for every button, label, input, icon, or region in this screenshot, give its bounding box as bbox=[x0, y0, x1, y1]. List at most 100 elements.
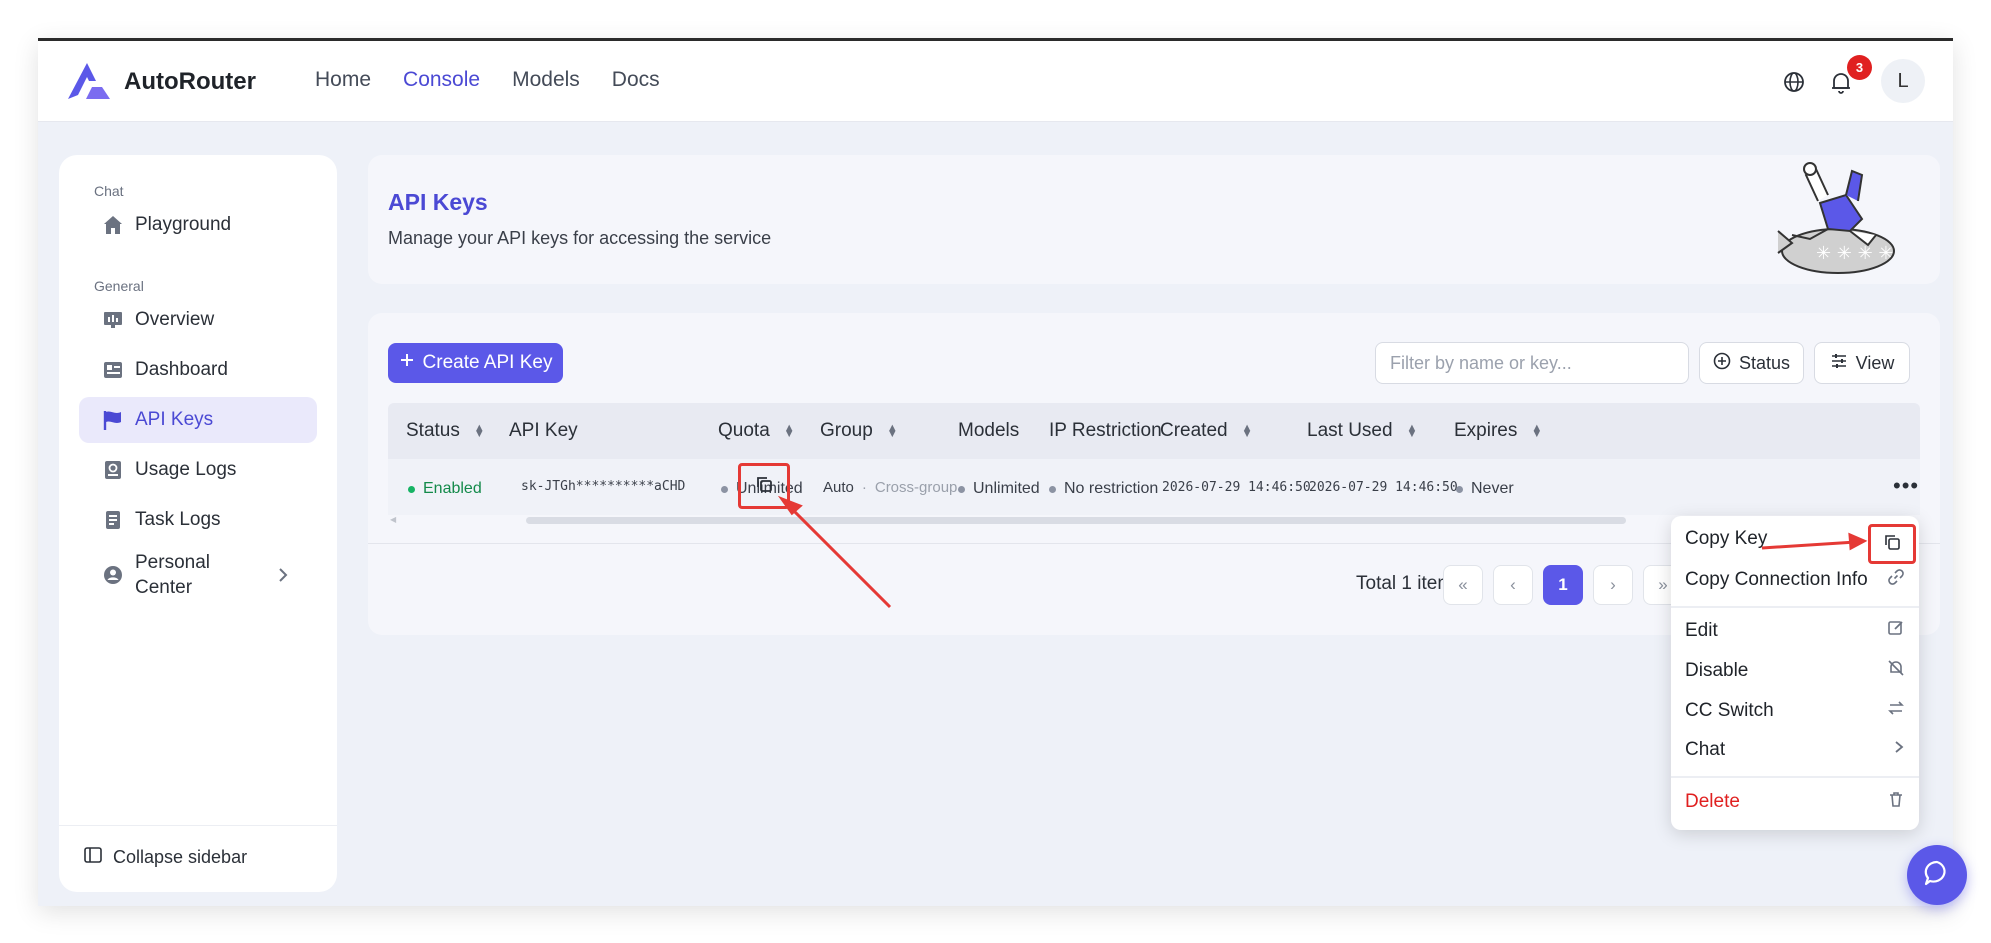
nav-docs[interactable]: Docs bbox=[612, 68, 660, 92]
trash-icon bbox=[1887, 790, 1905, 814]
chevron-right-icon bbox=[1893, 739, 1905, 761]
sidebar-panel-icon bbox=[83, 845, 103, 870]
more-actions-button[interactable]: ••• bbox=[1893, 473, 1919, 499]
models-cell: Unlimited bbox=[958, 480, 1040, 498]
link-icon bbox=[1887, 568, 1905, 592]
sidebar-item-task-logs[interactable]: Task Logs bbox=[79, 497, 317, 543]
table-header: Status ▲ ▼ API Key Quota ▲ ▼ Group ▲ ▼ Models … bbox=[388, 403, 1920, 459]
prev-page-button[interactable]: ‹ bbox=[1493, 565, 1533, 605]
table-row[interactable]: Enabled sk-JTGh**********aCHD Unlimited … bbox=[388, 459, 1920, 515]
last-used-cell: 2026-07-29 14:46:50 bbox=[1309, 480, 1458, 495]
column-created[interactable]: Created ▲ ▼ bbox=[1160, 420, 1253, 442]
avatar[interactable]: L bbox=[1881, 59, 1925, 103]
menu-delete[interactable]: Delete bbox=[1685, 790, 1905, 814]
column-expires[interactable]: Expires ▲ ▼ bbox=[1454, 420, 1542, 442]
sort-icon[interactable]: ▲ ▼ bbox=[887, 423, 898, 440]
api-key-cell: sk-JTGh**********aCHD bbox=[521, 479, 686, 494]
brand-name[interactable]: AutoRouter bbox=[124, 68, 256, 96]
nav-models[interactable]: Models bbox=[512, 68, 580, 92]
sidebar-item-label: Task Logs bbox=[135, 509, 221, 530]
menu-chat[interactable]: Chat bbox=[1685, 739, 1905, 761]
sidebar-item-personal-center[interactable]: Personal Center bbox=[79, 547, 317, 603]
sidebar-item-overview[interactable]: Overview bbox=[79, 297, 317, 343]
copy-icon bbox=[1883, 533, 1901, 556]
notification-badge: 3 bbox=[1847, 55, 1872, 80]
menu-cc-switch[interactable]: CC Switch bbox=[1685, 699, 1905, 723]
sidebar-divider bbox=[59, 825, 337, 826]
column-quota[interactable]: Quota ▲ ▼ bbox=[718, 420, 795, 442]
flag-icon bbox=[101, 408, 125, 432]
column-last-used[interactable]: Last Used ▲ ▼ bbox=[1307, 420, 1417, 442]
monitor-chart-icon bbox=[101, 308, 125, 332]
chat-fab-button[interactable] bbox=[1907, 845, 1967, 905]
sidebar-item-label: Usage Logs bbox=[135, 459, 237, 480]
sidebar-item-label: Personal Center bbox=[135, 552, 210, 598]
collapse-label: Collapse sidebar bbox=[113, 847, 248, 867]
sidebar-item-usage-logs[interactable]: Usage Logs bbox=[79, 447, 317, 493]
column-models: Models bbox=[958, 420, 1020, 441]
view-label: View bbox=[1855, 352, 1895, 373]
chevron-right-icon bbox=[279, 568, 288, 582]
sidebar-item-label: Overview bbox=[135, 309, 215, 330]
page-1-button[interactable]: 1 bbox=[1543, 565, 1583, 605]
sort-icon[interactable]: ▲ ▼ bbox=[784, 423, 795, 440]
key-illustration-icon: ✳ ✳ ✳ ✳ bbox=[1777, 162, 1895, 274]
menu-divider bbox=[1671, 776, 1919, 778]
sliders-icon bbox=[1830, 352, 1848, 375]
copy-icon bbox=[755, 475, 773, 498]
menu-disable[interactable]: Disable bbox=[1685, 659, 1905, 683]
plus-circle-icon bbox=[1713, 352, 1731, 375]
main-nav: Home Console Models Docs bbox=[315, 68, 660, 92]
app-window: AutoRouter Home Console Models Docs 3 L … bbox=[38, 38, 1967, 906]
sidebar-item-label: API Keys bbox=[135, 409, 214, 430]
column-api-key: API Key bbox=[509, 420, 578, 441]
scroll-left-icon[interactable]: ◀ bbox=[390, 515, 396, 524]
plus-icon bbox=[399, 352, 415, 374]
sort-icon[interactable]: ▲ ▼ bbox=[1242, 423, 1253, 440]
chat-bubble-icon bbox=[1922, 858, 1952, 893]
sidebar-item-label: Playground bbox=[135, 214, 232, 235]
nav-console[interactable]: Console bbox=[403, 68, 480, 92]
sidebar-section-chat: Chat bbox=[94, 183, 124, 199]
logs-icon bbox=[101, 458, 125, 482]
status-filter-label: Status bbox=[1738, 352, 1791, 373]
bell-off-icon bbox=[1887, 659, 1905, 683]
view-options-button[interactable]: View bbox=[1814, 342, 1910, 384]
svg-text:✳ ✳ ✳ ✳: ✳ ✳ ✳ ✳ bbox=[1816, 243, 1894, 264]
sidebar-item-dashboard[interactable]: Dashboard bbox=[79, 347, 317, 393]
sidebar-section-general: General bbox=[94, 278, 144, 294]
filter-input[interactable]: Filter by name or key... bbox=[1375, 342, 1689, 384]
menu-edit[interactable]: Edit bbox=[1685, 619, 1905, 643]
status-dot bbox=[408, 485, 415, 493]
menu-divider bbox=[1671, 606, 1919, 608]
nav-home[interactable]: Home bbox=[315, 68, 371, 92]
collapse-sidebar-button[interactable]: Collapse sidebar bbox=[83, 845, 247, 870]
chevron-right-icon: › bbox=[1610, 575, 1616, 594]
top-bar: AutoRouter Home Console Models Docs 3 L bbox=[38, 41, 1953, 122]
menu-copy-key-icon-button[interactable] bbox=[1868, 524, 1916, 564]
sort-icon[interactable]: ▲ ▼ bbox=[1407, 423, 1418, 440]
sidebar-item-playground[interactable]: Playground bbox=[79, 202, 317, 248]
create-api-key-button[interactable]: Create API Key bbox=[388, 343, 563, 383]
dashboard-icon bbox=[101, 358, 125, 382]
sort-icon[interactable]: ▲ ▼ bbox=[1531, 423, 1542, 440]
scroll-thumb[interactable] bbox=[526, 517, 1626, 524]
column-group[interactable]: Group ▲ ▼ bbox=[820, 420, 898, 442]
page-subtitle: Manage your API keys for accessing the s… bbox=[388, 228, 772, 248]
first-page-button[interactable]: « bbox=[1443, 565, 1483, 605]
page-title: API Keys bbox=[388, 189, 488, 215]
logo-icon[interactable] bbox=[66, 61, 112, 101]
sort-icon[interactable]: ▲ ▼ bbox=[474, 423, 485, 440]
language-globe-icon[interactable] bbox=[1779, 67, 1809, 97]
row-actions-menu: Copy Key Copy Connection Info Edit Disab… bbox=[1671, 516, 1919, 830]
status-filter-button[interactable]: Status bbox=[1699, 342, 1804, 384]
column-status[interactable]: Status ▲ ▼ bbox=[406, 420, 485, 442]
copy-key-button[interactable] bbox=[738, 463, 790, 509]
menu-copy-connection-info[interactable]: Copy Connection Info bbox=[1685, 568, 1905, 592]
sidebar-item-label: Dashboard bbox=[135, 359, 228, 380]
ip-restriction-cell: No restriction bbox=[1049, 480, 1158, 498]
expires-cell: Never bbox=[1456, 480, 1514, 498]
sidebar-item-api-keys[interactable]: API Keys bbox=[79, 397, 317, 443]
group-cell: Auto · Cross-group bbox=[823, 479, 958, 496]
next-page-button[interactable]: › bbox=[1593, 565, 1633, 605]
